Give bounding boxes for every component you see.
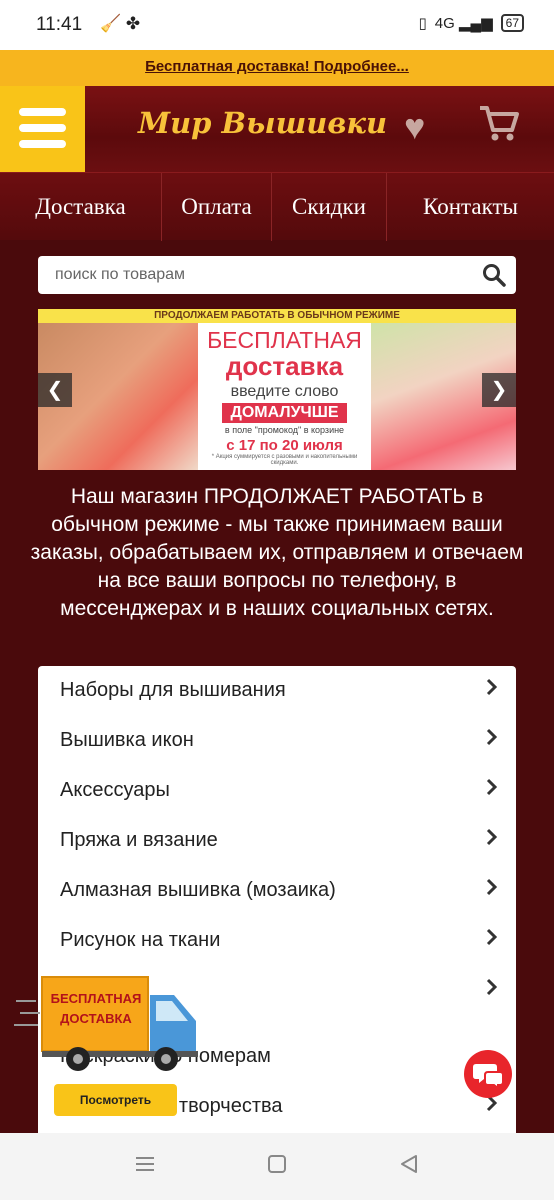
category-item[interactable]: Рисунок на ткани <box>38 916 516 966</box>
banner-strip-text: ПРОДОЛЖАЕМ РАБОТАТЬ В ОБЫЧНОМ РЕЖИМЕ <box>38 309 516 323</box>
chevron-right-icon <box>486 678 498 701</box>
menu-bar-icon <box>19 108 66 116</box>
promo-banner[interactable]: ПРОДОЛЖАЕМ РАБОТАТЬ В ОБЫЧНОМ РЕЖИМЕ БЕС… <box>38 309 516 470</box>
category-item[interactable]: Вышивка икон <box>38 716 516 766</box>
banner-next-icon[interactable]: ❯ <box>482 373 516 407</box>
menu-button[interactable] <box>0 86 85 172</box>
truck-label: БЕСПЛАТНАЯ ДОСТАВКА <box>48 989 144 1029</box>
site-logo[interactable]: Мир Вышивки <box>138 106 387 140</box>
chevron-right-icon <box>486 978 498 1001</box>
free-delivery-link[interactable]: Бесплатная доставка! Подробнее... <box>145 58 409 75</box>
chat-button[interactable] <box>464 1050 512 1098</box>
battery-icon: 67 <box>500 14 524 32</box>
banner-dates: с 17 по 20 июля <box>226 437 343 454</box>
main-nav: Доставка Оплата Скидки Контакты <box>0 172 554 241</box>
category-label: Аксессуары <box>60 779 170 801</box>
status-time: 11:41 <box>36 14 83 35</box>
truck-label-line1: БЕСПЛАТНАЯ <box>50 991 142 1006</box>
banner-note: * Акция суммируется с разовыми и накопит… <box>211 454 358 466</box>
banner-content: БЕСПЛАТНАЯ доставка введите слово ДОМАЛУ… <box>198 323 371 470</box>
search-bar <box>38 256 516 294</box>
banner-prev-icon[interactable]: ❮ <box>38 373 72 407</box>
menu-bar-icon <box>19 124 66 132</box>
search-input[interactable] <box>38 256 458 294</box>
notification-icons: 🧹 ✤ <box>100 14 141 33</box>
banner-line3: введите слово <box>230 383 339 400</box>
chevron-right-icon <box>486 928 498 951</box>
watch-button[interactable]: Посмотреть <box>54 1084 177 1116</box>
category-item[interactable]: Наборы для вышивания <box>38 666 516 716</box>
banner-promo-code: ДОМАЛУЧШЕ <box>222 403 347 423</box>
banner-line1: БЕСПЛАТНАЯ <box>207 327 362 353</box>
chevron-right-icon <box>486 778 498 801</box>
category-label: Рисунок на ткани <box>60 929 221 951</box>
back-icon[interactable] <box>398 1153 420 1180</box>
category-label: Пряжа и вязание <box>60 829 218 851</box>
cart-icon[interactable] <box>478 104 520 149</box>
category-label: Алмазная вышивка (мозаика) <box>60 879 336 901</box>
nav-delivery[interactable]: Доставка <box>0 173 162 241</box>
chat-icon <box>473 1064 504 1090</box>
status-bar: 11:41 🧹 ✤ ▯ 4G ▂▄▆ 67 <box>0 0 554 50</box>
chevron-right-icon <box>486 878 498 901</box>
signal-icon: 4G ▂▄▆ <box>434 15 493 32</box>
network-type: 4G <box>434 15 455 32</box>
vibrate-icon: ▯ <box>418 15 427 32</box>
category-label: Вышивка икон <box>60 729 194 751</box>
category-item[interactable]: Алмазная вышивка (мозаика) <box>38 866 516 916</box>
site-header: Мир Вышивки ♥ <box>0 86 554 172</box>
battery-level: 67 <box>505 16 519 30</box>
category-item[interactable]: Пряжа и вязание <box>38 816 516 866</box>
truck-label-line2: ДОСТАВКА <box>60 1011 132 1026</box>
banner-line4: в поле "промокод" в корзине <box>224 425 345 435</box>
menu-bar-icon <box>19 140 66 148</box>
status-right-icons: ▯ 4G ▂▄▆ 67 <box>418 14 524 32</box>
heart-icon[interactable]: ♥ <box>404 106 425 148</box>
store-info-text: Наш магазин ПРОДОЛЖАЕТ РАБОТАТЬ в обычно… <box>30 485 524 620</box>
recent-apps-icon[interactable] <box>134 1153 156 1180</box>
system-nav-bar <box>0 1133 554 1200</box>
category-item[interactable]: Аксессуары <box>38 766 516 816</box>
delivery-truck-widget[interactable]: БЕСПЛАТНАЯ ДОСТАВКА <box>14 973 204 1073</box>
nav-payment[interactable]: Оплата <box>162 173 272 241</box>
search-icon[interactable] <box>482 263 506 292</box>
chevron-right-icon <box>486 728 498 751</box>
banner-line2: доставка <box>225 351 344 381</box>
promo-bar: Бесплатная доставка! Подробнее... <box>0 50 554 86</box>
nav-contacts[interactable]: Контакты <box>387 173 554 241</box>
category-list: Наборы для вышивания Вышивка икон Аксесс… <box>38 666 516 1146</box>
category-label: Наборы для вышивания <box>60 679 286 701</box>
nav-discounts[interactable]: Скидки <box>272 173 387 241</box>
chevron-right-icon <box>486 828 498 851</box>
home-icon[interactable] <box>266 1153 288 1180</box>
